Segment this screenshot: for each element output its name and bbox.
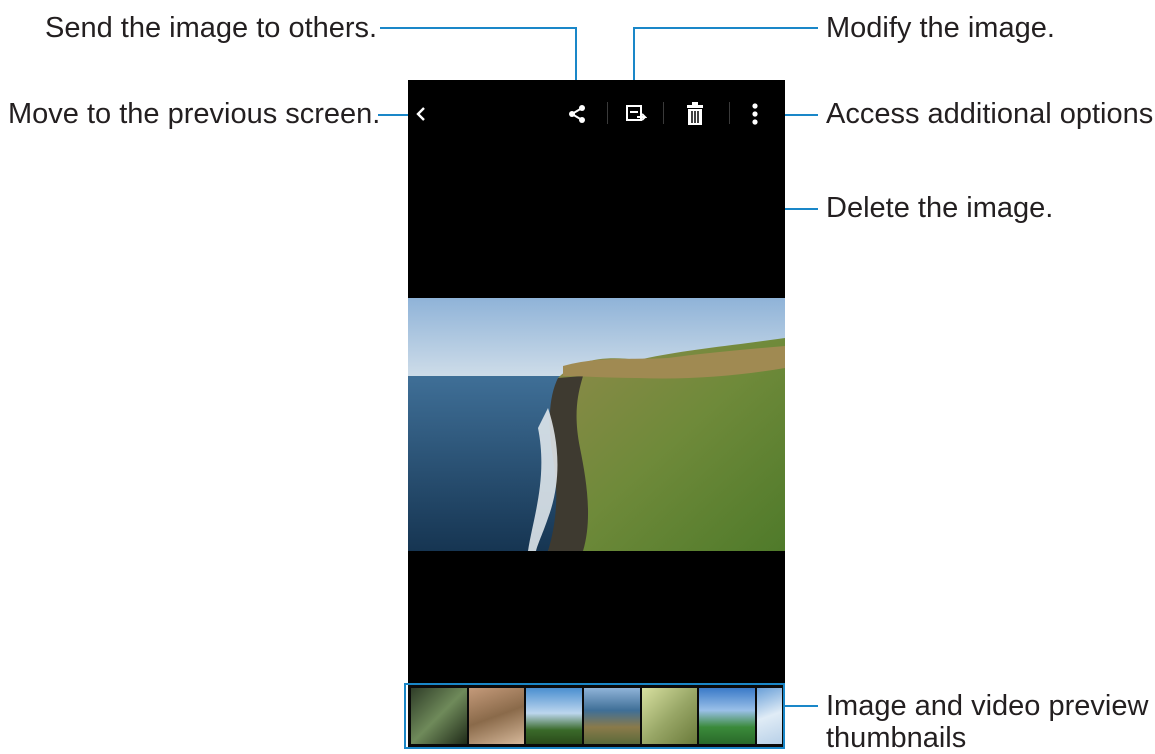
back-icon[interactable] bbox=[414, 106, 428, 127]
leader-thumbnails bbox=[785, 705, 818, 707]
callout-thumbnails-2: thumbnails bbox=[826, 722, 967, 754]
toolbar-separator bbox=[729, 102, 730, 124]
callout-more: Access additional options. bbox=[826, 98, 1155, 130]
callout-edit: Modify the image. bbox=[826, 12, 1055, 44]
edit-icon[interactable] bbox=[625, 103, 648, 130]
leader-share-h bbox=[380, 27, 577, 29]
toolbar-separator bbox=[607, 102, 608, 124]
thumbnail-highlight-frame bbox=[404, 683, 785, 749]
more-options-icon[interactable] bbox=[751, 102, 759, 131]
callout-delete: Delete the image. bbox=[826, 192, 1054, 224]
leader-edit-h bbox=[633, 27, 818, 29]
gallery-screen bbox=[408, 80, 785, 748]
callout-share: Send the image to others. bbox=[45, 12, 378, 44]
share-icon[interactable] bbox=[566, 103, 588, 130]
callout-thumbnails-1: Image and video preview bbox=[826, 690, 1149, 722]
delete-icon[interactable] bbox=[685, 102, 705, 131]
callout-back: Move to the previous screen. bbox=[8, 98, 381, 130]
main-image[interactable] bbox=[408, 298, 785, 551]
toolbar-separator bbox=[663, 102, 664, 124]
